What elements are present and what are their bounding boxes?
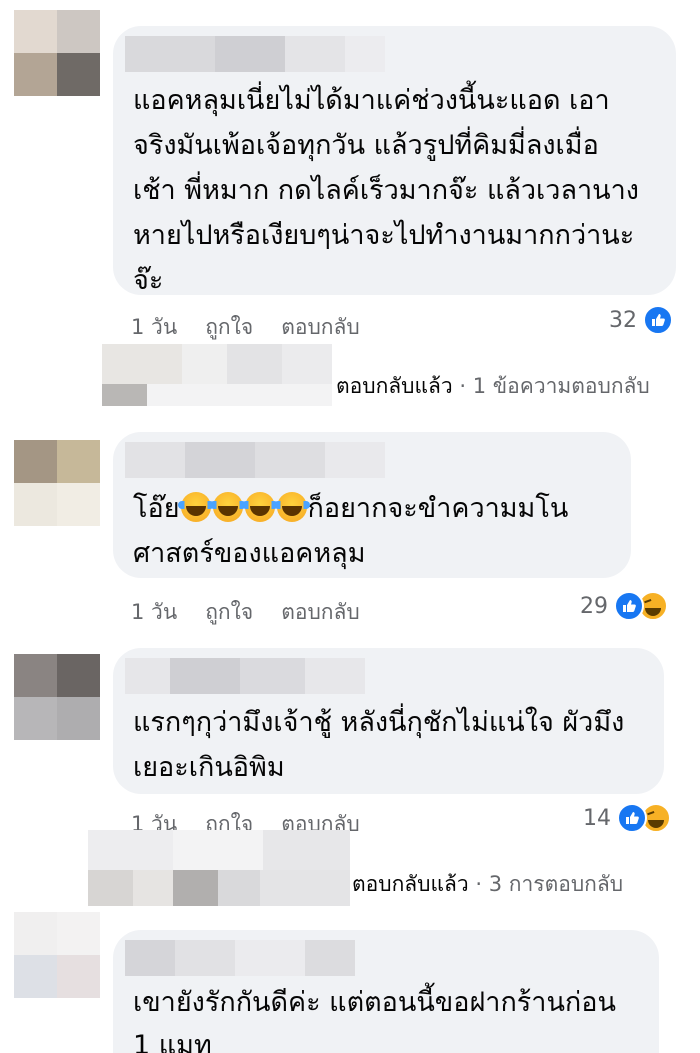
comment-text-line: 1 แมท <box>133 1030 212 1053</box>
reaction-count: 29 <box>580 593 608 619</box>
commenter-avatar[interactable] <box>14 912 100 998</box>
comment-text-line: จ๊ะ <box>133 265 164 296</box>
laughing-tears-emoji <box>273 492 310 522</box>
replied-label: ตอบกลับแล้ว <box>352 872 469 896</box>
reply-button[interactable]: ตอบกลับ <box>281 311 360 344</box>
commenter-name-redacted[interactable] <box>125 36 385 72</box>
view-replies-link[interactable]: ตอบกลับแล้ว · 3 การตอบกลับ <box>352 868 623 901</box>
comment-text-line: แรกๆกุว่ามึงเจ้าชู้ หลังนี่กุชักไม่แน่ใจ… <box>133 707 625 738</box>
laughing-tears-emoji <box>241 492 278 522</box>
reply-count-label: 3 การตอบกลับ <box>488 872 624 896</box>
commenter-name-redacted[interactable] <box>125 658 365 694</box>
separator: · <box>459 374 467 398</box>
replier-avatar-redacted[interactable] <box>88 830 350 906</box>
comment-text-line: เยอะเกินอิพิม <box>133 752 285 783</box>
comment-text-line: หายไปหรือเงียบๆน่าจะไปทำงานมากกว่านะ <box>133 220 635 251</box>
comment-bubble: แรกๆกุว่ามึงเจ้าชู้ หลังนี่กุชักไม่แน่ใจ… <box>113 648 664 794</box>
comment-text-line: แอคหลุมเนี่ยไม่ได้มาแค่ช่วงนี้นะแอด เอา <box>133 85 610 116</box>
reaction-summary[interactable]: 32 <box>609 305 673 335</box>
comment-text-line: เช้า พี่หมาก กดไลค์เร็วมากจ๊ะ แล้วเวลานา… <box>133 175 639 206</box>
comment-text-line: จริงมันเพ้อเจ้อทุกวัน แล้วรูปที่คิมมี่ลง… <box>133 130 599 161</box>
like-icon <box>643 305 673 335</box>
laughing-tears-emoji <box>177 492 214 522</box>
comment-actions: 1 วัน ถูกใจ ตอบกลับ <box>131 311 360 344</box>
like-button[interactable]: ถูกใจ <box>205 596 253 629</box>
reply-count-label: 1 ข้อความตอบกลับ <box>472 374 650 398</box>
comment-bubble: แอคหลุมเนี่ยไม่ได้มาแค่ช่วงนี้นะแอด เอา … <box>113 26 676 296</box>
commenter-avatar[interactable] <box>14 440 100 526</box>
replied-label: ตอบกลับแล้ว <box>336 374 453 398</box>
like-icon <box>617 803 647 833</box>
comment-text-segment: โอ๊ย <box>133 493 180 524</box>
like-icon <box>614 591 644 621</box>
comment-text-line: เขายังรักกันดีค่ะ แต่ตอนนี้ขอฝากร้านก่อน <box>133 987 616 1018</box>
commenter-avatar[interactable] <box>14 10 100 96</box>
commenter-name-redacted[interactable] <box>125 940 355 976</box>
reply-button[interactable]: ตอบกลับ <box>281 596 360 629</box>
reaction-count: 14 <box>583 805 611 831</box>
comment-text-segment: ก็อยากจะขำความมโน <box>307 493 569 524</box>
reaction-summary[interactable]: 29 <box>580 591 668 621</box>
comment-bubble: โอ๊ย ก็อยากจะขำความมโน ศาสตร์ของแอคหลุม <box>113 432 631 578</box>
commenter-avatar[interactable] <box>14 654 100 740</box>
reaction-summary[interactable]: 14 <box>583 803 671 833</box>
replier-avatar-redacted[interactable] <box>102 344 332 406</box>
comment-actions: 1 วัน ถูกใจ ตอบกลับ <box>131 596 360 629</box>
comment-text-line: โอ๊ย ก็อยากจะขำความมโน <box>133 486 568 531</box>
like-button[interactable]: ถูกใจ <box>205 311 253 344</box>
separator: · <box>475 872 483 896</box>
comment-text-line: ศาสตร์ของแอคหลุม <box>133 538 366 569</box>
commenter-name-redacted[interactable] <box>125 442 385 478</box>
reaction-count: 32 <box>609 307 637 333</box>
comment-time[interactable]: 1 วัน <box>131 596 177 629</box>
view-replies-link[interactable]: ตอบกลับแล้ว · 1 ข้อความตอบกลับ <box>336 370 650 403</box>
comment-time[interactable]: 1 วัน <box>131 311 177 344</box>
comment-bubble: เขายังรักกันดีค่ะ แต่ตอนนี้ขอฝากร้านก่อน… <box>113 930 659 1053</box>
laughing-tears-emoji <box>209 492 246 522</box>
